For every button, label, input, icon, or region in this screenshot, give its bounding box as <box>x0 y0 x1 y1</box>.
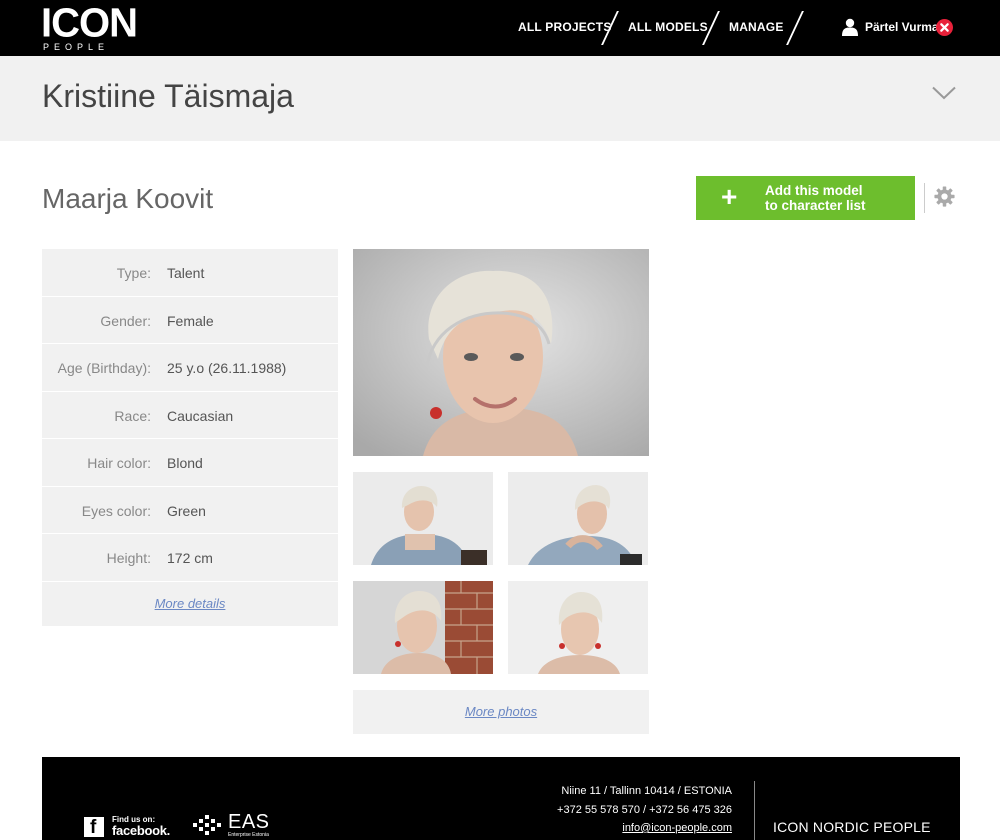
detail-label: Gender: <box>100 312 151 329</box>
more-details-link[interactable]: More details <box>155 596 226 611</box>
add-to-character-list-button[interactable]: + Add this model to character list <box>696 176 915 220</box>
detail-row-height: Height: 172 cm <box>42 534 338 582</box>
detail-label: Race: <box>114 407 151 424</box>
icon-people-logo[interactable]: ICON PEOPLE <box>41 0 138 52</box>
footer: f Find us on: facebook. EAS Enterprise E… <box>42 757 960 840</box>
footer-address: Niine 11 / Tallinn 10414 / ESTONIA <box>561 785 732 797</box>
detail-label: Hair color: <box>87 455 151 471</box>
thumbnail-photo[interactable] <box>353 472 493 565</box>
add-button-label: Add this model to character list <box>765 183 866 213</box>
chevron-down-icon[interactable] <box>932 86 956 100</box>
add-button-line1: Add this model <box>765 183 863 198</box>
model-details-table: Type: Talent Gender: Female Age (Birthda… <box>42 249 338 626</box>
eas-logo-icon <box>193 815 221 835</box>
more-photos-link[interactable]: More photos <box>465 704 537 719</box>
detail-row-race: Race: Caucasian <box>42 391 338 439</box>
detail-row-age: Age (Birthday): 25 y.o (26.11.1988) <box>42 344 338 392</box>
logo-wordmark: ICON <box>41 0 138 46</box>
nav-manage[interactable]: MANAGE <box>729 20 784 34</box>
detail-value: 172 cm <box>167 550 213 566</box>
user-icon <box>842 18 858 36</box>
eas-wordmark: EAS <box>228 811 270 833</box>
detail-value: Female <box>167 312 214 329</box>
detail-label: Type: <box>116 265 151 281</box>
nav-all-models[interactable]: ALL MODELS <box>628 20 708 34</box>
nav-separator <box>786 11 804 45</box>
logout-close-icon[interactable] <box>936 19 953 36</box>
detail-value: 25 y.o (26.11.1988) <box>167 360 287 376</box>
detail-row-type: Type: Talent <box>42 249 338 297</box>
plus-icon: + <box>721 181 738 212</box>
footer-email-link[interactable]: info@icon-people.com <box>622 822 732 834</box>
gear-icon[interactable] <box>934 186 955 207</box>
thumbnail-photo[interactable] <box>508 581 648 674</box>
top-navigation-bar: ICON PEOPLE ALL PROJECTS ALL MODELS MANA… <box>0 0 1000 56</box>
detail-label: Height: <box>106 550 151 566</box>
user-name[interactable]: Pärtel Vurma <box>865 20 939 34</box>
footer-company-name: ICON NORDIC PEOPLE <box>773 819 931 835</box>
main-portrait-photo[interactable] <box>353 249 649 456</box>
detail-row-hair-color: Hair color: Blond <box>42 439 338 487</box>
detail-row-eyes-color: Eyes color: Green <box>42 486 338 534</box>
footer-divider <box>754 781 755 840</box>
footer-phones: +372 55 578 570 / +372 56 475 326 <box>557 804 732 816</box>
detail-value: Talent <box>167 265 205 281</box>
nav-all-projects[interactable]: ALL PROJECTS <box>518 20 612 34</box>
detail-value: Caucasian <box>167 407 234 424</box>
project-title: Kristiine Täismaja <box>42 78 294 114</box>
eas-subtitle: Enterprise Estonia <box>228 832 269 838</box>
more-details-row: More details <box>42 581 338 626</box>
detail-value: Blond <box>167 455 203 471</box>
project-header: Kristiine Täismaja <box>0 56 1000 141</box>
add-button-line2: to character list <box>765 198 866 213</box>
detail-row-gender: Gender: Female <box>42 296 338 344</box>
thumbnail-photo[interactable] <box>353 581 493 674</box>
facebook-icon[interactable]: f <box>84 817 104 838</box>
detail-value: Green <box>167 502 206 519</box>
settings-divider <box>924 183 925 213</box>
facebook-wordmark[interactable]: facebook. <box>112 823 170 838</box>
detail-label: Age (Birthday): <box>57 360 151 376</box>
model-name: Maarja Koovit <box>42 183 214 214</box>
more-photos-row: More photos <box>353 690 649 734</box>
thumbnail-photo[interactable] <box>508 472 648 565</box>
detail-label: Eyes color: <box>81 502 151 519</box>
